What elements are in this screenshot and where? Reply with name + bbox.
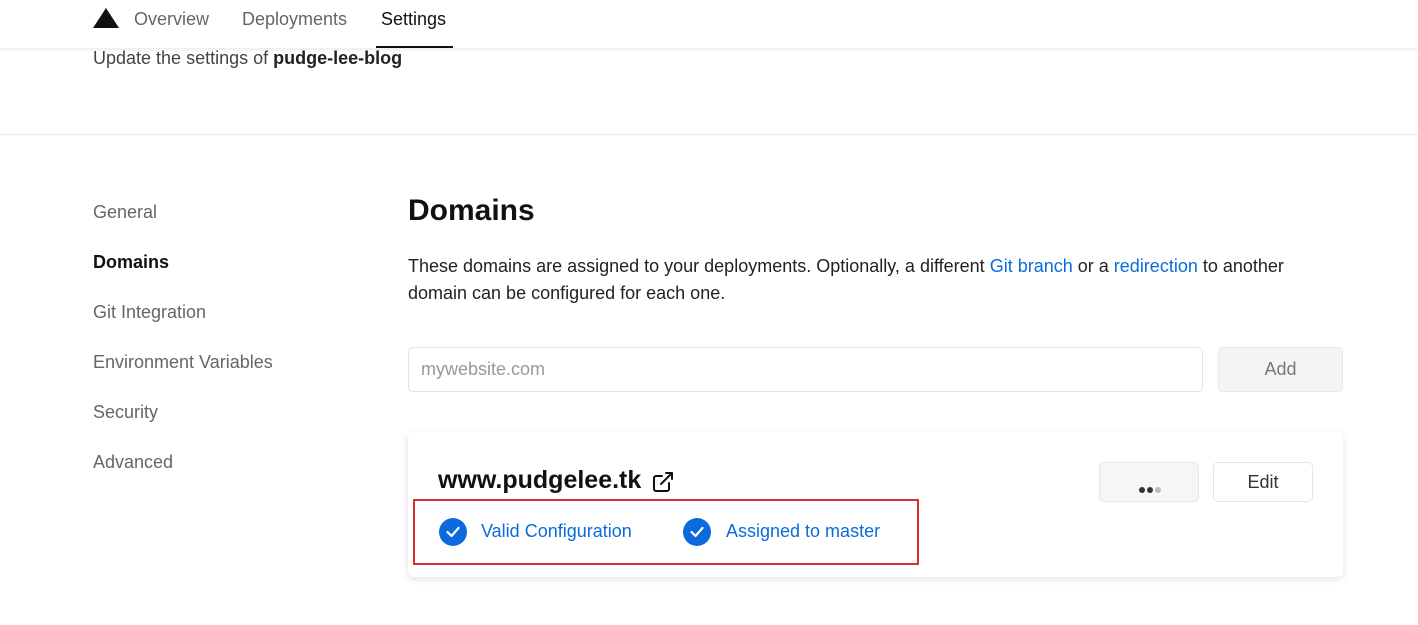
domain-card: www.pudgelee.tk Edit Valid Configuration… [408, 432, 1343, 577]
check-circle-icon [439, 518, 467, 546]
description-text-1: These domains are assigned to your deplo… [408, 256, 985, 276]
top-navigation: Overview Deployments Settings [0, 0, 1418, 49]
edit-domain-button[interactable]: Edit [1213, 462, 1313, 502]
assigned-branch-status[interactable]: Assigned to master [726, 521, 880, 542]
description-text-2: or a [1077, 256, 1109, 276]
active-tab-indicator [376, 46, 453, 48]
sidebar-item-git-integration[interactable]: Git Integration [93, 302, 206, 323]
sidebar-item-general[interactable]: General [93, 202, 157, 223]
project-name: pudge-lee-blog [273, 48, 403, 68]
sidebar-item-domains[interactable]: Domains [93, 252, 169, 273]
tab-settings[interactable]: Settings [381, 9, 446, 49]
subtitle-prefix: Update the settings of [93, 48, 269, 68]
sidebar-item-environment-variables[interactable]: Environment Variables [93, 352, 273, 373]
domains-description: These domains are assigned to your deplo… [408, 253, 1343, 307]
domain-input[interactable] [408, 347, 1203, 392]
more-dots-icon [1139, 480, 1163, 498]
redirection-link[interactable]: redirection [1114, 256, 1198, 276]
sidebar-item-security[interactable]: Security [93, 402, 158, 423]
header-divider [0, 134, 1418, 135]
check-circle-icon [683, 518, 711, 546]
page-subtitle: Update the settings of pudge-lee-blog [93, 48, 402, 69]
tab-deployments[interactable]: Deployments [242, 9, 347, 49]
domain-name-link[interactable]: www.pudgelee.tk [438, 466, 641, 495]
valid-configuration-status[interactable]: Valid Configuration [481, 521, 632, 542]
git-branch-link[interactable]: Git branch [990, 256, 1073, 276]
page-title: Domains [408, 194, 535, 227]
add-domain-button[interactable]: Add [1218, 347, 1343, 392]
tab-overview[interactable]: Overview [134, 9, 209, 49]
triangle-logo-icon[interactable] [93, 8, 119, 28]
more-options-button[interactable] [1099, 462, 1199, 502]
sidebar-item-advanced[interactable]: Advanced [93, 452, 173, 473]
external-link-icon[interactable] [651, 470, 675, 494]
